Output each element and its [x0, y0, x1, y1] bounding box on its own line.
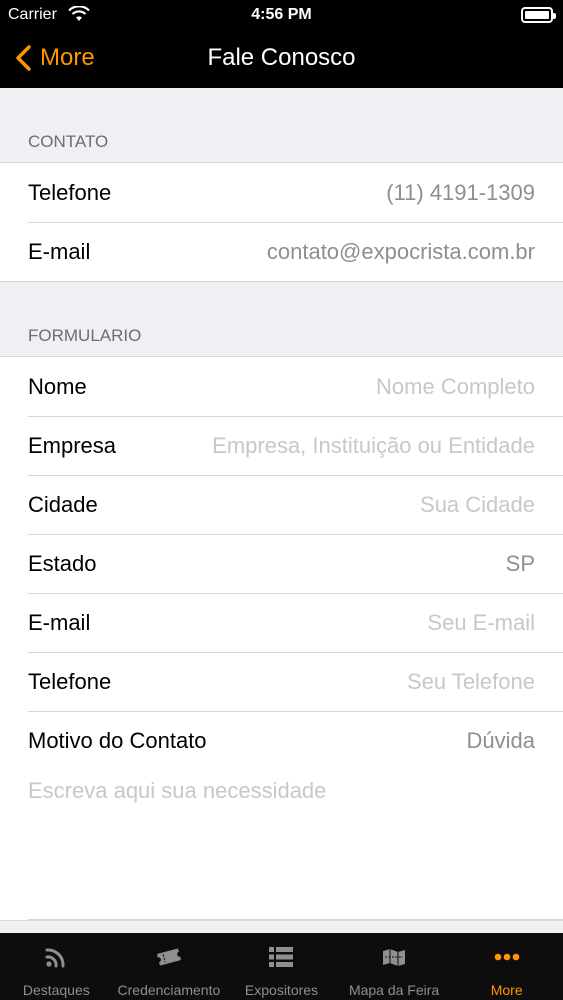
form-row-state[interactable]: Estado SP: [0, 534, 563, 593]
row-label: E-mail: [28, 238, 91, 264]
navigation-bar: More Fale Conosco: [0, 30, 563, 88]
ticket-icon: [155, 948, 183, 966]
row-value: contato@expocrista.com.br: [266, 238, 535, 264]
map-icon: [383, 949, 406, 966]
phone-input[interactable]: Seu Telefone: [407, 669, 535, 695]
content-area[interactable]: CONTATO Telefone (11) 4191-1309 E-mail c…: [0, 88, 563, 933]
company-input[interactable]: Empresa, Instituição ou Entidade: [212, 433, 535, 459]
row-label: Telefone: [28, 179, 112, 205]
page-title: Fale Conosco: [207, 44, 356, 71]
rss-icon: [45, 948, 65, 968]
form-row-city[interactable]: Cidade Sua Cidade: [0, 475, 563, 534]
contact-row-phone[interactable]: Telefone (11) 4191-1309: [0, 163, 563, 222]
tab-label: Mapa da Feira: [348, 982, 440, 998]
field-label: Cidade: [28, 491, 98, 517]
tab-destaques[interactable]: Destaques: [0, 933, 113, 1000]
field-label: Estado: [28, 550, 97, 576]
message-textarea[interactable]: Escreva aqui sua necessidade: [0, 770, 563, 920]
tab-credenciamento[interactable]: Credenciamento: [113, 933, 226, 1000]
status-time: 4:56 PM: [251, 6, 312, 23]
status-bar: Carrier 4:56 PM: [0, 0, 563, 30]
field-label: Motivo do Contato: [28, 727, 207, 753]
contact-row-email[interactable]: E-mail contato@expocrista.com.br: [0, 222, 563, 281]
field-label: E-mail: [28, 609, 91, 635]
field-label: Telefone: [28, 668, 112, 694]
row-value: (11) 4191-1309: [386, 179, 535, 205]
state-select[interactable]: SP: [506, 551, 535, 577]
email-input[interactable]: Seu E-mail: [427, 610, 535, 636]
field-label: Nome: [28, 373, 87, 399]
tab-label: More: [490, 982, 523, 998]
contact-group: Telefone (11) 4191-1309 E-mail contato@e…: [0, 162, 563, 282]
section-header-formulario: FORMULARIO: [0, 282, 563, 356]
section-header-label: CONTATO: [28, 132, 109, 151]
tab-label: Destaques: [22, 982, 90, 998]
form-row-reason[interactable]: Motivo do Contato Dúvida: [0, 711, 563, 770]
form-group: Nome Nome Completo Empresa Empresa, Inst…: [0, 356, 563, 921]
form-row-name[interactable]: Nome Nome Completo: [0, 357, 563, 416]
tab-more[interactable]: More: [450, 933, 563, 1000]
section-header-contato: CONTATO: [0, 88, 563, 162]
tab-label: Credenciamento: [117, 982, 221, 998]
list-icon: [269, 947, 294, 967]
form-row-phone[interactable]: Telefone Seu Telefone: [0, 652, 563, 711]
message-placeholder: Escreva aqui sua necessidade: [28, 778, 327, 803]
more-icon: [494, 953, 519, 961]
form-row-company[interactable]: Empresa Empresa, Instituição ou Entidade: [0, 416, 563, 475]
tab-label: Expositores: [244, 982, 319, 998]
city-input[interactable]: Sua Cidade: [420, 492, 535, 518]
reason-select[interactable]: Dúvida: [467, 728, 535, 754]
tab-mapa-da-feira[interactable]: Mapa da Feira: [338, 933, 451, 1000]
field-label: Empresa: [28, 432, 117, 458]
battery-icon: [521, 7, 556, 23]
tab-expositores[interactable]: Expositores: [225, 933, 338, 1000]
section-header-label: FORMULARIO: [28, 326, 142, 345]
form-row-email[interactable]: E-mail Seu E-mail: [0, 593, 563, 652]
name-input[interactable]: Nome Completo: [376, 374, 535, 400]
tab-bar: Destaques Credenciamento Expositores Map…: [0, 933, 563, 1000]
